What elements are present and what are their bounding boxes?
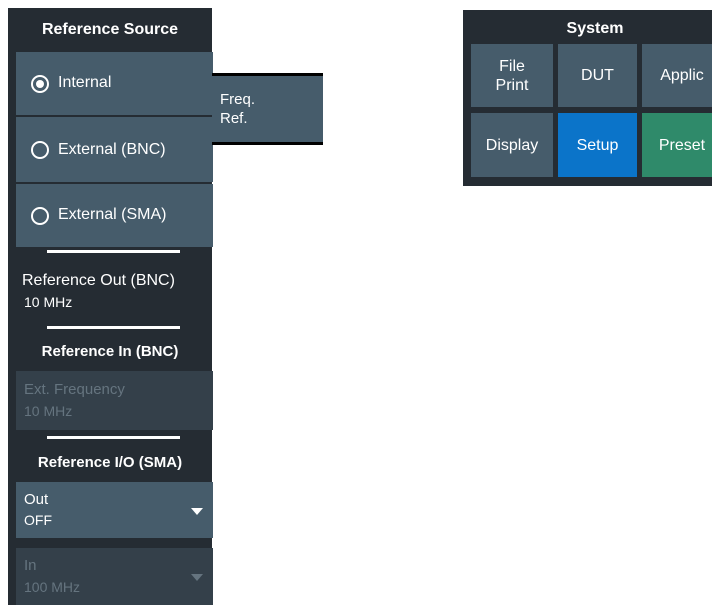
ext-frequency-value: 10 MHz [24, 403, 73, 419]
display-button[interactable]: Display [471, 113, 553, 177]
preset-label: Preset [658, 136, 706, 154]
section-divider [47, 436, 180, 439]
internal-label: Internal [58, 74, 112, 91]
sma-out-label: Out [24, 491, 49, 508]
radio-unselected-icon [31, 206, 49, 225]
file-print-line1: File [499, 57, 525, 75]
dut-label: DUT [581, 67, 614, 84]
preset-button[interactable]: Preset [642, 113, 712, 177]
ext-frequency-label: Ext. Frequency [24, 381, 125, 398]
internal-radio-button[interactable]: Internal [16, 52, 213, 115]
section-divider [47, 326, 180, 329]
radio-unselected-icon [31, 140, 49, 159]
external-sma-label: External (SMA) [58, 206, 167, 223]
sma-in-dropdown: In 100 MHz [16, 548, 213, 605]
reference-io-title: Reference I/O (SMA) [37, 454, 183, 471]
freq-ref-tab[interactable]: Freq. Ref. [212, 73, 323, 145]
reference-source-title: Reference Source [41, 21, 179, 38]
setup-button[interactable]: Setup [558, 113, 637, 177]
file-print-button[interactable]: File Print [471, 44, 553, 107]
radio-selected-icon [31, 74, 49, 93]
sma-out-dropdown[interactable]: Out OFF [16, 482, 213, 538]
sma-out-value: OFF [24, 512, 52, 528]
dut-button[interactable]: DUT [558, 44, 637, 107]
freq-ref-line1: Freq. [220, 91, 256, 108]
external-bnc-label: External (BNC) [58, 141, 166, 158]
ext-frequency-field: Ext. Frequency 10 MHz [16, 371, 213, 430]
reference-out-value: 10 MHz [24, 294, 73, 310]
freq-ref-line2: Ref. [220, 110, 248, 127]
chevron-down-icon [191, 574, 203, 581]
applic-button[interactable]: Applic [642, 44, 712, 107]
chevron-down-icon [191, 508, 203, 515]
applic-label: Applic [660, 67, 704, 84]
system-title: System [566, 20, 624, 37]
sma-in-value: 100 MHz [24, 579, 81, 595]
display-label: Display [485, 136, 539, 154]
setup-label: Setup [576, 136, 619, 154]
reference-in-title: Reference In (BNC) [41, 343, 179, 360]
file-print-line2: Print [495, 76, 529, 94]
external-sma-radio-button[interactable]: External (SMA) [16, 184, 213, 247]
section-divider [47, 250, 180, 253]
sma-in-label: In [24, 557, 37, 574]
reference-source-panel: Reference Source Internal External (BNC)… [8, 8, 213, 605]
external-bnc-radio-button[interactable]: External (BNC) [16, 117, 213, 182]
system-panel: System File Print DUT Applic Display Set… [463, 10, 712, 186]
reference-out-title: Reference Out (BNC) [22, 272, 175, 289]
